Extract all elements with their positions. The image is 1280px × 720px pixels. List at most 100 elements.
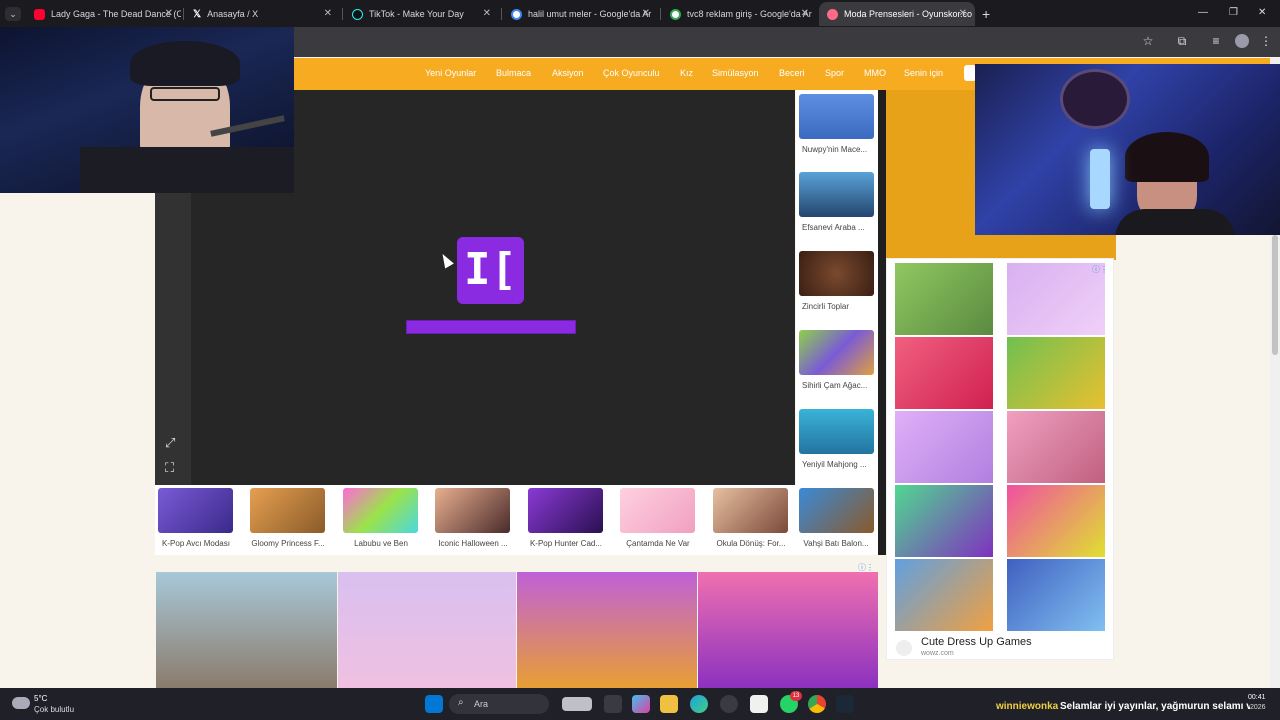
store-icon[interactable] xyxy=(750,695,768,713)
ad-game-thumb[interactable] xyxy=(1007,263,1105,335)
maximize-button[interactable]: ❐ xyxy=(1229,7,1238,18)
edge-icon[interactable] xyxy=(690,695,708,713)
sidebar-game-label[interactable]: Efsanevi Araba ... xyxy=(802,223,874,232)
tab-search-icon[interactable]: ⌄ xyxy=(5,7,21,21)
game-label[interactable]: Gloomy Princess F... xyxy=(245,539,331,548)
weather-temp[interactable]: 5°C xyxy=(34,694,47,703)
related-games-sidebar xyxy=(796,90,878,555)
tab-moda-prensesleri[interactable]: Moda Prensesleri - Oyunskor.co ✕ xyxy=(819,2,975,26)
profile-avatar[interactable] xyxy=(1235,34,1249,48)
sidebar-game-thumb[interactable] xyxy=(799,94,874,139)
ad-game-thumb[interactable] xyxy=(895,485,993,557)
tab-title: Anasayfa / X xyxy=(207,9,259,19)
ad-game-thumb[interactable] xyxy=(895,337,993,409)
ad-info-icon[interactable]: ⓘ⋮ xyxy=(1092,264,1108,275)
chrome-icon[interactable] xyxy=(808,695,826,713)
new-tab-button[interactable]: + xyxy=(982,6,990,22)
clock-time[interactable]: 00:41 xyxy=(1248,694,1266,701)
featured-game-banner[interactable] xyxy=(338,572,516,690)
steam-icon[interactable] xyxy=(836,695,854,713)
game-label[interactable]: K-Pop Avcı Modası xyxy=(153,539,239,548)
bookmark-star-icon[interactable]: ☆ xyxy=(1140,34,1156,48)
close-tab-icon[interactable]: ✕ xyxy=(642,8,650,19)
close-tab-icon[interactable]: ✕ xyxy=(959,8,967,19)
nav-yeni-oyunlar[interactable]: Yeni Oyunlar xyxy=(425,68,476,78)
x-icon: 𝕏 xyxy=(193,8,202,20)
game-label[interactable]: Çantamda Ne Var xyxy=(615,539,701,548)
media-controls-icon[interactable]: ≡ xyxy=(1208,34,1224,48)
sidebar-game-thumb[interactable] xyxy=(799,330,874,375)
settings-icon[interactable] xyxy=(720,695,738,713)
sidebar-game-thumb[interactable] xyxy=(799,251,874,296)
game-label[interactable]: Vahşi Batı Balon... xyxy=(793,539,879,548)
nav-mmo[interactable]: MMO xyxy=(864,68,886,78)
task-view-icon[interactable] xyxy=(604,695,622,713)
game-thumb[interactable] xyxy=(343,488,418,533)
scrollbar-thumb[interactable] xyxy=(1272,235,1278,355)
tab-tiktok[interactable]: TikTok - Make Your Day ✕ xyxy=(344,2,499,26)
ad-game-thumb[interactable] xyxy=(1007,559,1105,631)
tab-x[interactable]: 𝕏 Anasayfa / X ✕ xyxy=(185,2,340,26)
sidebar-game-label[interactable]: Yeniyil Mahjong ... xyxy=(802,460,874,469)
nav-beceri[interactable]: Beceri xyxy=(779,68,805,78)
ad-game-thumb[interactable] xyxy=(1007,337,1105,409)
copilot-icon[interactable] xyxy=(632,695,650,713)
ad-title[interactable]: Cute Dress Up Games xyxy=(921,636,1032,648)
game-thumb[interactable] xyxy=(713,488,788,533)
game-thumb[interactable] xyxy=(435,488,510,533)
ad-game-thumb[interactable] xyxy=(895,411,993,483)
close-tab-icon[interactable]: ✕ xyxy=(324,8,332,19)
game-label[interactable]: Okula Dönüş: For... xyxy=(708,539,794,548)
nav-aksiyon[interactable]: Aksiyon xyxy=(552,68,584,78)
clock-date[interactable]: 2026 xyxy=(1250,704,1266,711)
featured-game-banner[interactable] xyxy=(517,572,697,690)
close-tab-icon[interactable]: ✕ xyxy=(165,8,173,19)
tab-title: Moda Prensesleri - Oyunskor.co xyxy=(844,9,973,19)
weather-desc[interactable]: Çok bulutlu xyxy=(34,705,74,714)
nav-kiz[interactable]: Kız xyxy=(680,68,693,78)
weather-cloud-icon[interactable] xyxy=(12,697,30,709)
nav-spor[interactable]: Spor xyxy=(825,68,844,78)
sidebar-game-thumb[interactable] xyxy=(799,172,874,217)
game-label[interactable]: Iconic Halloween ... xyxy=(430,539,516,548)
close-window-button[interactable]: ✕ xyxy=(1258,7,1266,18)
close-tab-icon[interactable]: ✕ xyxy=(801,8,809,19)
game-label[interactable]: Labubu ve Ben xyxy=(338,539,424,548)
expand-icon[interactable]: ⤢ xyxy=(165,435,175,451)
sidebar-game-label[interactable]: Sihirli Çam Ağac... xyxy=(802,381,874,390)
tab-title: halil umut meler - Google'da Ar xyxy=(528,9,652,19)
ad-game-thumb[interactable] xyxy=(895,263,993,335)
game-thumb[interactable] xyxy=(158,488,233,533)
minimize-button[interactable]: — xyxy=(1198,7,1208,18)
chat-username: winniewonka xyxy=(996,701,1059,712)
ad-info-icon[interactable]: ⓘ⋮ xyxy=(858,562,874,573)
nav-cok-oyunculu[interactable]: Çok Oyunculu xyxy=(603,68,660,78)
featured-game-banner[interactable] xyxy=(698,572,878,690)
ad-game-thumb[interactable] xyxy=(895,559,993,631)
file-explorer-icon[interactable] xyxy=(660,695,678,713)
fullscreen-icon[interactable]: ⛶ xyxy=(165,460,174,476)
game-label[interactable]: K-Pop Hunter Cad... xyxy=(523,539,609,548)
taskbar-search-box[interactable] xyxy=(449,694,549,714)
widgets-icon[interactable] xyxy=(562,697,592,711)
menu-dots-icon[interactable]: ⋮ xyxy=(1258,34,1274,48)
featured-game-banner[interactable] xyxy=(156,572,337,690)
ad-game-thumb[interactable] xyxy=(1007,485,1105,557)
extensions-icon[interactable]: ⧉ xyxy=(1174,34,1190,49)
nav-senin-icin[interactable]: Senin için xyxy=(904,68,943,78)
nav-simulasyon[interactable]: Simülasyon xyxy=(712,68,759,78)
game-thumb[interactable] xyxy=(620,488,695,533)
game-thumb[interactable] xyxy=(799,488,874,533)
tab-lady-gaga[interactable]: Lady Gaga - The Dead Dance (O ✕ xyxy=(26,2,181,26)
sidebar-game-thumb[interactable] xyxy=(799,409,874,454)
sidebar-game-label[interactable]: Nuwpy'nin Mace... xyxy=(802,145,874,154)
close-tab-icon[interactable]: ✕ xyxy=(483,8,491,19)
game-thumb[interactable] xyxy=(250,488,325,533)
windows-start-icon[interactable] xyxy=(425,695,443,713)
nav-bulmaca[interactable]: Bulmaca xyxy=(496,68,531,78)
tab-google-2[interactable]: tvc8 reklam giriş - Google'da Ar ✕ xyxy=(662,2,817,26)
game-thumb[interactable] xyxy=(528,488,603,533)
tab-google-1[interactable]: halil umut meler - Google'da Ar ✕ xyxy=(503,2,658,26)
ad-game-thumb[interactable] xyxy=(1007,411,1105,483)
sidebar-game-label[interactable]: Zincirli Toplar xyxy=(802,302,874,311)
